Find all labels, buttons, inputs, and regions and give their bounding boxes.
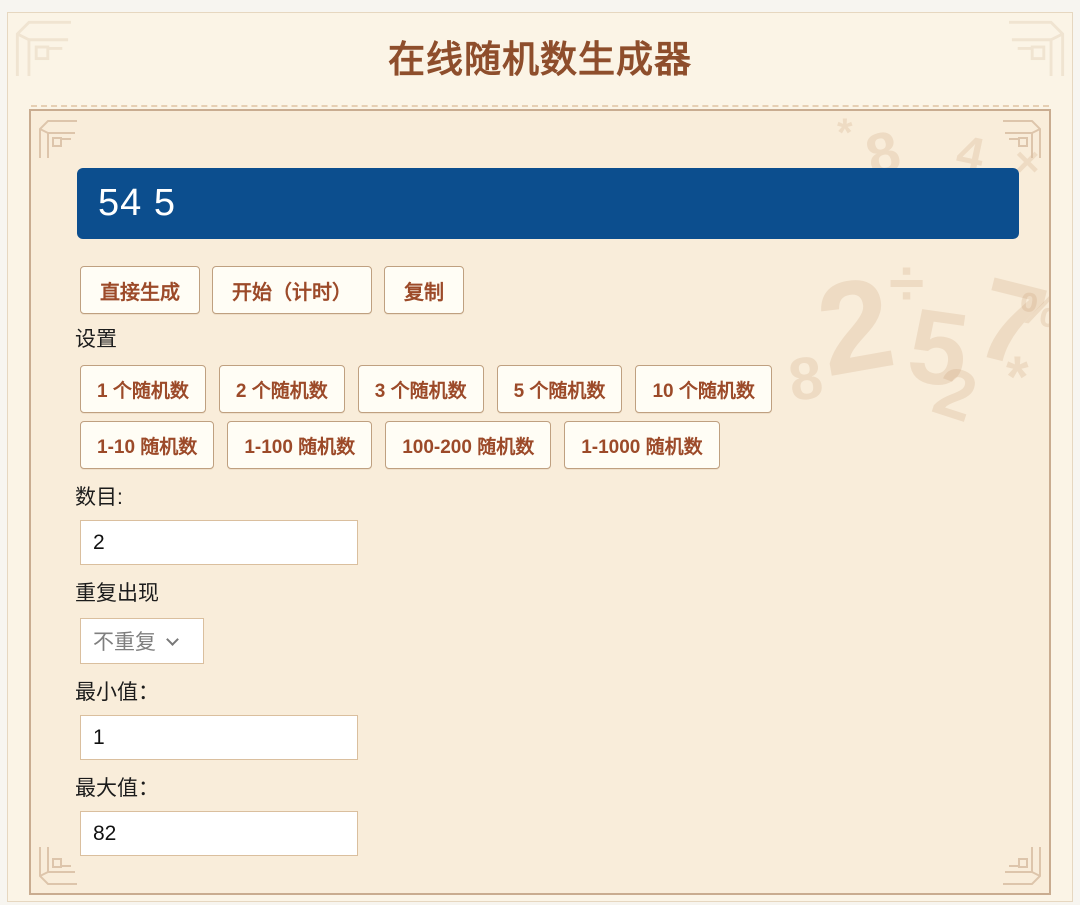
generator-panel: * 8 4 × ÷ 2 5 7 2 * 8 % 54 5 直接生成 开始（计时）…	[29, 109, 1051, 895]
preset-2-random-button[interactable]: 2 个随机数	[218, 365, 345, 413]
min-value-input[interactable]	[80, 715, 358, 760]
count-label: 数目:	[75, 486, 123, 509]
preset-10-random-button[interactable]: 10 个随机数	[635, 365, 772, 413]
chevron-down-icon	[166, 632, 179, 646]
generate-button[interactable]: 直接生成	[80, 266, 200, 314]
max-value-label: 最大值：	[75, 777, 159, 800]
result-display: 54 5	[77, 168, 1019, 239]
copy-button[interactable]: 复制	[384, 266, 464, 314]
dashed-divider	[31, 105, 1049, 107]
preset-range-1-1000-button[interactable]: 1-1000 随机数	[564, 421, 720, 469]
repeat-select[interactable]: 不重复	[80, 618, 204, 664]
preset-range-100-200-button[interactable]: 100-200 随机数	[385, 421, 552, 469]
start-timed-button[interactable]: 开始（计时）	[212, 266, 372, 314]
preset-count-row: 1 个随机数 2 个随机数 3 个随机数 5 个随机数 10 个随机数	[80, 365, 1049, 413]
max-value-input[interactable]	[80, 811, 358, 856]
preset-range-1-100-button[interactable]: 1-100 随机数	[227, 421, 373, 469]
min-value-label: 最小值：	[75, 681, 159, 704]
preset-1-random-button[interactable]: 1 个随机数	[80, 365, 206, 413]
panel-content: 54 5 直接生成 开始（计时） 复制 设置 1 个随机数 2 个随机数 3 个…	[31, 111, 1049, 856]
preset-5-random-button[interactable]: 5 个随机数	[496, 365, 623, 413]
preset-range-1-10-button[interactable]: 1-10 随机数	[80, 421, 215, 469]
repeat-select-value: 不重复	[93, 631, 156, 654]
preset-3-random-button[interactable]: 3 个随机数	[357, 365, 484, 413]
actions-row: 直接生成 开始（计时） 复制	[80, 266, 1049, 314]
count-input[interactable]	[80, 520, 358, 565]
main-container: 在线随机数生成器 * 8 4 × ÷ 2 5 7 2 * 8 % 54 5 直接…	[7, 12, 1073, 902]
page: 在线随机数生成器 * 8 4 × ÷ 2 5 7 2 * 8 % 54 5 直接…	[0, 0, 1080, 905]
repeat-label: 重复出现	[75, 582, 159, 605]
preset-range-row: 1-10 随机数 1-100 随机数 100-200 随机数 1-1000 随机…	[80, 421, 1049, 469]
page-title: 在线随机数生成器	[388, 39, 692, 80]
settings-label: 设置	[75, 328, 117, 351]
